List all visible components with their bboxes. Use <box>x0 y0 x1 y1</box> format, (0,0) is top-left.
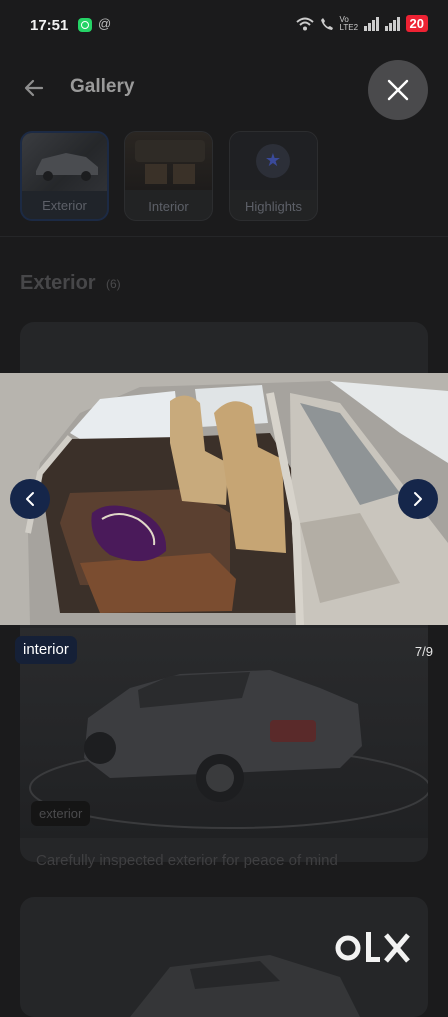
signal-icon-2 <box>384 16 400 31</box>
highlights-thumbnail: ★ <box>230 132 317 190</box>
wifi-icon <box>295 17 314 30</box>
tab-label: Highlights <box>244 199 303 214</box>
interior-photo <box>0 373 448 625</box>
exterior-thumbnail <box>22 133 107 191</box>
page-title: Gallery <box>70 76 135 97</box>
olx-logo <box>334 926 414 970</box>
battery-icon: 20 <box>405 15 428 32</box>
battery-level: 20 <box>409 16 424 31</box>
whatsapp-icon <box>78 18 92 32</box>
close-icon <box>387 79 409 101</box>
tab-exterior[interactable]: Exterior <box>20 131 109 221</box>
highlights-badge: ★ <box>256 144 290 178</box>
tab-label: Interior <box>148 199 189 214</box>
section-count: (6) <box>106 277 121 291</box>
chevron-left-icon <box>26 492 34 506</box>
system-icons: Vo LTE2 20 <box>295 14 428 32</box>
image-counter: 7/9 <box>414 644 433 659</box>
image-category-tag: interior <box>15 636 77 664</box>
next-image-button[interactable] <box>398 479 438 519</box>
network-label: Vo LTE2 <box>339 14 359 32</box>
chevron-right-icon <box>414 492 422 506</box>
interior-thumbnail <box>125 132 212 190</box>
previous-image-button[interactable] <box>10 479 50 519</box>
signal-icon <box>363 16 379 31</box>
tab-highlights[interactable]: ★ Highlights <box>229 131 318 221</box>
status-bar: 17:51 @ Vo LTE2 20 <box>0 0 448 52</box>
tab-interior[interactable]: Interior <box>124 131 213 221</box>
star-icon: ★ <box>264 150 282 170</box>
photo-badge: exterior <box>31 801 91 826</box>
tab-label: Exterior <box>42 198 87 213</box>
photo-caption: Carefully inspected exterior for peace o… <box>36 852 338 869</box>
section-title: Exterior <box>20 272 96 294</box>
back-arrow-icon[interactable] <box>22 76 46 100</box>
at-icon: @ <box>98 16 112 31</box>
image-viewer[interactable] <box>0 373 448 625</box>
divider <box>0 236 448 237</box>
status-time: 17:51 <box>30 17 69 34</box>
close-button[interactable] <box>368 60 428 120</box>
call-icon <box>320 17 333 30</box>
